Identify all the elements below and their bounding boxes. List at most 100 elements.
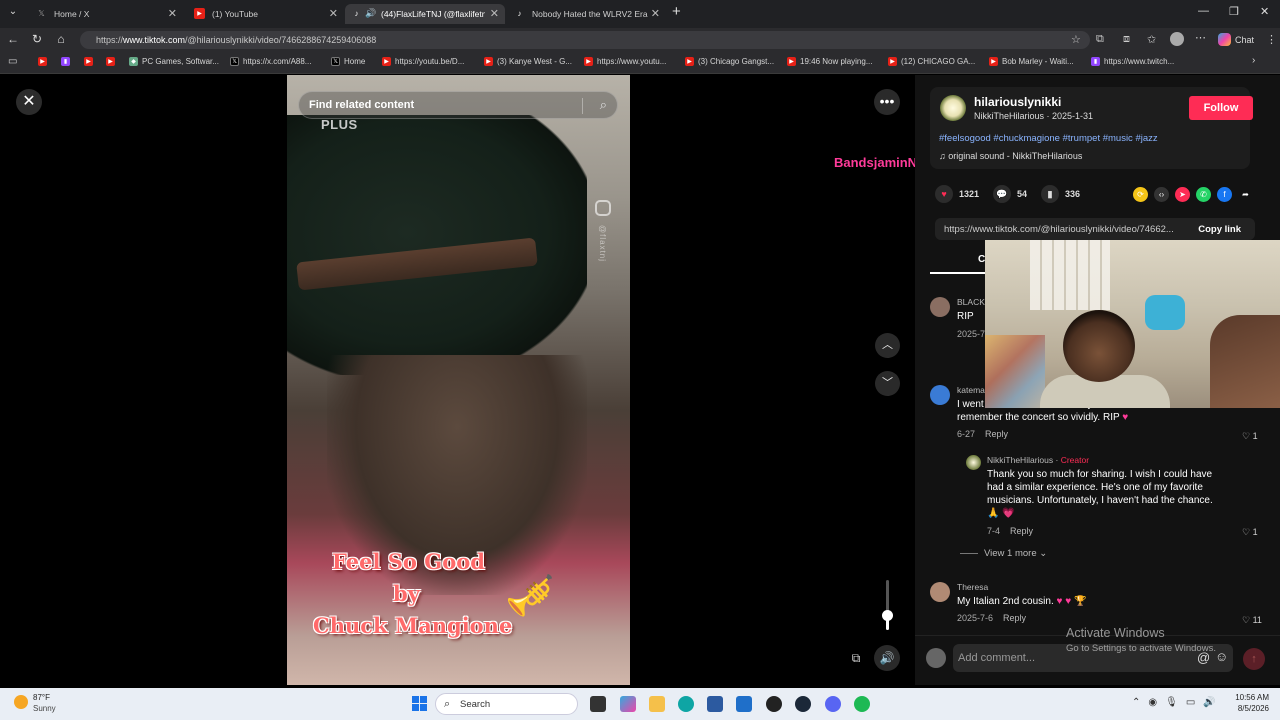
reply-button[interactable]: Reply	[1003, 613, 1026, 623]
star-icon[interactable]: ☆	[1071, 33, 1081, 46]
comment-like-button[interactable]: ♡ 1	[1242, 431, 1258, 442]
back-icon[interactable]: ←	[5, 32, 21, 46]
comment-like-button[interactable]: ♡ 11	[1242, 615, 1262, 626]
next-video-button[interactable]: ﹀	[875, 371, 900, 396]
file-explorer-icon[interactable]	[649, 696, 665, 712]
profile-avatar[interactable]	[1170, 32, 1184, 46]
close-tab-icon[interactable]: ✕	[168, 7, 177, 20]
like-button[interactable]: ♥ 1321	[935, 185, 979, 203]
share-arrow-icon[interactable]: ➦	[1238, 187, 1253, 202]
restore-button[interactable]: ❐	[1229, 5, 1239, 18]
bookmark-item[interactable]: ▶ Bob Marley - Waiti...	[989, 57, 1074, 66]
creator-reply-avatar[interactable]	[966, 455, 981, 470]
commenter-name[interactable]: katema	[957, 385, 985, 395]
network-icon[interactable]: ▭	[1186, 697, 1195, 708]
save-button[interactable]: ▮ 336	[1041, 185, 1080, 203]
home-icon[interactable]: ⌂	[53, 32, 69, 46]
send-comment-button[interactable]: ↑	[1243, 648, 1265, 670]
close-tab-icon[interactable]: ✕	[490, 7, 499, 20]
outlook-icon[interactable]	[736, 696, 752, 712]
discord-icon[interactable]	[825, 696, 841, 712]
bookmark-item[interactable]: ▶ https://www.youtu...	[584, 57, 666, 66]
comment-button[interactable]: 💬 54	[993, 185, 1027, 203]
commenter-avatar[interactable]	[930, 582, 950, 602]
video-player[interactable]	[287, 75, 630, 685]
bookmark-item[interactable]: ▶ https://youtu.be/D...	[382, 57, 464, 66]
tab-tiktok-wlrv2[interactable]: ♪ Nobody Hated the WLRV2 Era Mo ✕	[506, 4, 666, 24]
edge-icon[interactable]	[678, 696, 694, 712]
close-tab-icon[interactable]: ✕	[651, 7, 660, 20]
bookmark-item[interactable]: 𝕏 Home	[331, 57, 365, 66]
tab-youtube[interactable]: ▶ (1) YouTube ✕	[186, 4, 344, 24]
send-icon[interactable]: ➤	[1175, 187, 1190, 202]
close-window-button[interactable]: ✕	[1260, 5, 1269, 18]
reply-button[interactable]: Reply	[985, 429, 1008, 439]
volume-button[interactable]: 🔊	[874, 645, 900, 671]
split-icon[interactable]: ⧈	[1123, 33, 1130, 46]
more-options-button[interactable]: •••	[874, 89, 900, 115]
reload-icon[interactable]: ↻	[29, 32, 45, 46]
reply-button[interactable]: Reply	[1010, 526, 1033, 536]
volume-slider[interactable]	[886, 580, 889, 630]
previous-video-button[interactable]: ︿	[875, 333, 900, 358]
close-video-button[interactable]: ✕	[16, 89, 42, 115]
bookmark-item[interactable]: ▶ (3) Kanye West - G...	[484, 57, 572, 66]
system-clock[interactable]: 10:56 AM 8/5/2026	[1231, 693, 1269, 713]
favorites-icon[interactable]: ✩	[1147, 33, 1156, 46]
speaker-icon[interactable]: 🔊	[365, 8, 376, 19]
bookmark-item[interactable]: 𝕏https://x.com/A88...	[230, 57, 311, 66]
emoji-icon[interactable]: ☺	[1215, 649, 1228, 664]
search-icon[interactable]: ⌕	[600, 97, 607, 113]
tab-x-home[interactable]: 𝕏 Home / X ✕	[28, 4, 183, 24]
post-hashtags[interactable]: #feelsogood #chuckmagione #trumpet #musi…	[939, 133, 1158, 144]
bookmark-item[interactable]: ◆ PC Games, Softwar...	[129, 57, 219, 66]
copilot-app-icon[interactable]	[620, 696, 636, 712]
commenter-avatar[interactable]	[930, 385, 950, 405]
volume-tray-icon[interactable]: 🔊	[1203, 697, 1215, 708]
reply-like-button[interactable]: ♡ 1	[1242, 527, 1258, 538]
bookmark-item[interactable]: ▮ https://www.twitch...	[1091, 57, 1174, 66]
extensions-icon[interactable]: ⧉	[1096, 33, 1104, 46]
bookmark-item[interactable]: ▶ (12) CHICAGO GA...	[888, 57, 975, 66]
copy-link-button[interactable]: Copy link	[1198, 224, 1241, 235]
commenter-name[interactable]: Theresa	[957, 582, 988, 592]
share-repost-icon[interactable]: ⟳	[1133, 187, 1148, 202]
app-icon[interactable]	[766, 696, 782, 712]
task-view-icon[interactable]	[590, 696, 606, 712]
tab-list-icon[interactable]: ⌄	[5, 6, 21, 17]
whatsapp-icon[interactable]: ✆	[1196, 187, 1211, 202]
more-menu-icon[interactable]: ⋯	[1195, 31, 1206, 44]
volume-knob[interactable]	[882, 610, 893, 621]
new-tab-button[interactable]: +	[672, 3, 681, 20]
store-icon[interactable]	[707, 696, 723, 712]
bookmark-item[interactable]: ▮	[61, 57, 70, 66]
start-button[interactable]	[412, 696, 427, 711]
minimize-button[interactable]: —	[1198, 5, 1209, 17]
creator-username[interactable]: hilariouslynikki	[974, 95, 1061, 109]
bookmark-item[interactable]: ▶ 19:46 Now playing...	[787, 57, 873, 66]
url-field[interactable]: https://www.tiktok.com/@hilariouslynikki…	[80, 31, 1090, 49]
tray-overflow-icon[interactable]: ⌃	[1132, 697, 1140, 708]
tab-tiktok-active[interactable]: ♪ 🔊 (44)FlaxLifeTNJ (@flaxlifetnj) | ✕	[345, 4, 505, 24]
sound-row[interactable]: ♫ original sound - NikkiTheHilarious	[939, 151, 1082, 161]
view-more-replies-button[interactable]: View 1 more ⌄	[960, 548, 1047, 559]
chat-button[interactable]: Chat	[1218, 33, 1254, 46]
commenter-avatar[interactable]	[930, 297, 950, 317]
taskbar-search[interactable]: ⌕ Search	[435, 693, 578, 715]
microphone-icon[interactable]: 🎙	[1165, 697, 1178, 708]
follow-button[interactable]: Follow	[1189, 96, 1253, 120]
sidebar-toggle-icon[interactable]: ⋮	[1266, 33, 1277, 46]
spotify-icon[interactable]	[854, 696, 870, 712]
related-search-bar[interactable]: Find related content ⌕	[298, 91, 618, 119]
bookmark-item[interactable]: ▶ (3) Chicago Gangst...	[685, 57, 774, 66]
bookmarks-overflow-icon[interactable]: ›	[1252, 55, 1255, 66]
steam-icon[interactable]	[795, 696, 811, 712]
bookmarks-menu-icon[interactable]: ▭	[8, 56, 17, 67]
picture-in-picture-icon[interactable]: ⧉	[846, 648, 866, 668]
tray-app-icon[interactable]: ◉	[1148, 697, 1157, 708]
commenter-name[interactable]: BLACK	[957, 297, 985, 307]
creator-avatar[interactable]	[940, 95, 966, 121]
embed-icon[interactable]: ‹›	[1154, 187, 1169, 202]
bookmark-item[interactable]: ▶	[106, 57, 115, 66]
bookmark-item[interactable]: ▶	[38, 57, 47, 66]
